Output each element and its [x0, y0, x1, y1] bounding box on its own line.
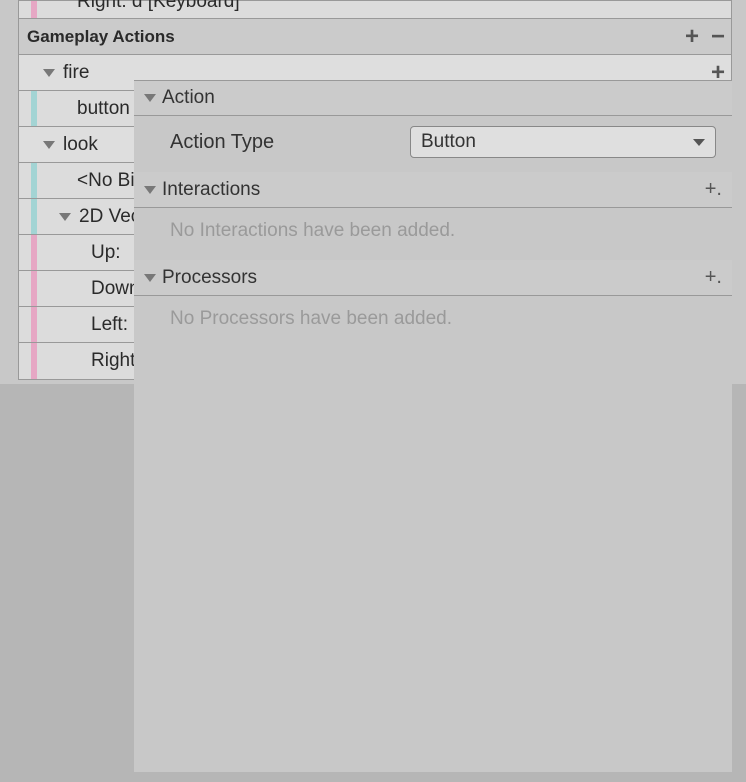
minus-icon[interactable]: − — [711, 25, 725, 49]
tree-row-binding[interactable]: Right: d [Keyboard] — [19, 1, 731, 19]
dropdown-value: Button — [421, 131, 476, 153]
binding-label: Right: d [Keyboard] — [73, 0, 240, 13]
section-title: Processors — [162, 267, 257, 289]
property-action-type: Action Type Button — [134, 116, 732, 172]
binding-label: button — [73, 98, 130, 120]
action-type-dropdown[interactable]: Button — [410, 126, 716, 158]
chevron-down-icon[interactable] — [43, 69, 55, 77]
interactions-empty-text: No Interactions have been added. — [134, 208, 732, 260]
add-icon[interactable]: +. — [705, 178, 722, 201]
section-action[interactable]: Action — [134, 80, 732, 116]
section-processors[interactable]: Processors +. — [134, 260, 732, 296]
chevron-down-icon — [144, 274, 156, 282]
part-label: Left: — [87, 314, 128, 336]
chevron-down-icon — [693, 139, 705, 146]
plus-icon[interactable]: + — [685, 25, 699, 49]
action-map-title: Gameplay Actions — [19, 27, 175, 47]
inspector-panel: Action Action Type Button Interactions +… — [134, 80, 732, 772]
property-label: Action Type — [170, 131, 410, 154]
section-title: Action — [162, 87, 215, 109]
processors-empty-text: No Processors have been added. — [134, 296, 732, 348]
action-map-header[interactable]: Gameplay Actions + − — [19, 19, 731, 55]
add-icon[interactable]: +. — [705, 266, 722, 289]
section-interactions[interactable]: Interactions +. — [134, 172, 732, 208]
chevron-down-icon — [144, 186, 156, 194]
chevron-down-icon[interactable] — [59, 213, 71, 221]
action-label: fire — [59, 62, 89, 84]
action-label: look — [59, 134, 98, 156]
chevron-down-icon — [144, 94, 156, 102]
part-label: Up: — [87, 242, 121, 264]
section-title: Interactions — [162, 179, 260, 201]
part-label: Right: — [87, 350, 141, 372]
chevron-down-icon[interactable] — [43, 141, 55, 149]
